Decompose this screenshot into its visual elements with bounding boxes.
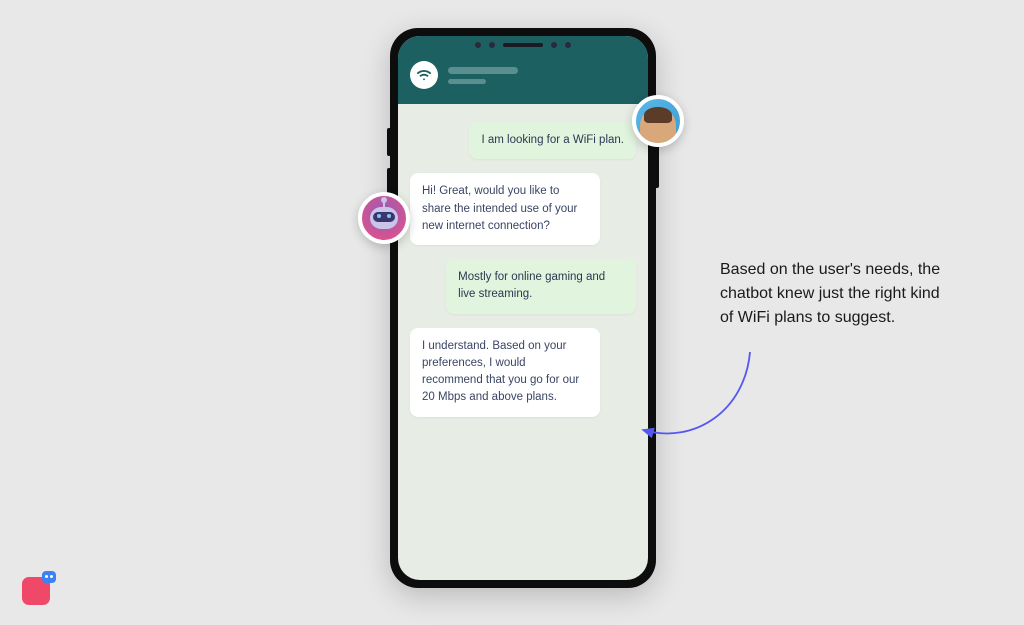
header-title-placeholder bbox=[448, 67, 636, 84]
bot-message: Hi! Great, would you like to share the i… bbox=[410, 173, 600, 245]
phone-notch bbox=[475, 42, 571, 48]
brand-logo bbox=[22, 571, 56, 605]
annotation-caption: Based on the user's needs, the chatbot k… bbox=[720, 258, 950, 330]
robot-avatar bbox=[358, 192, 410, 244]
annotation-arrow bbox=[635, 350, 775, 460]
phone-frame: I am looking for a WiFi plan. Hi! Great,… bbox=[390, 28, 656, 588]
bot-message: I understand. Based on your preferences,… bbox=[410, 328, 600, 417]
user-avatar bbox=[632, 95, 684, 147]
phone-volume-up bbox=[387, 128, 390, 156]
user-message: I am looking for a WiFi plan. bbox=[469, 122, 636, 159]
user-message: Mostly for online gaming and live stream… bbox=[446, 259, 636, 314]
phone-screen: I am looking for a WiFi plan. Hi! Great,… bbox=[398, 36, 648, 580]
wifi-icon bbox=[410, 61, 438, 89]
chat-thread: I am looking for a WiFi plan. Hi! Great,… bbox=[398, 104, 648, 435]
